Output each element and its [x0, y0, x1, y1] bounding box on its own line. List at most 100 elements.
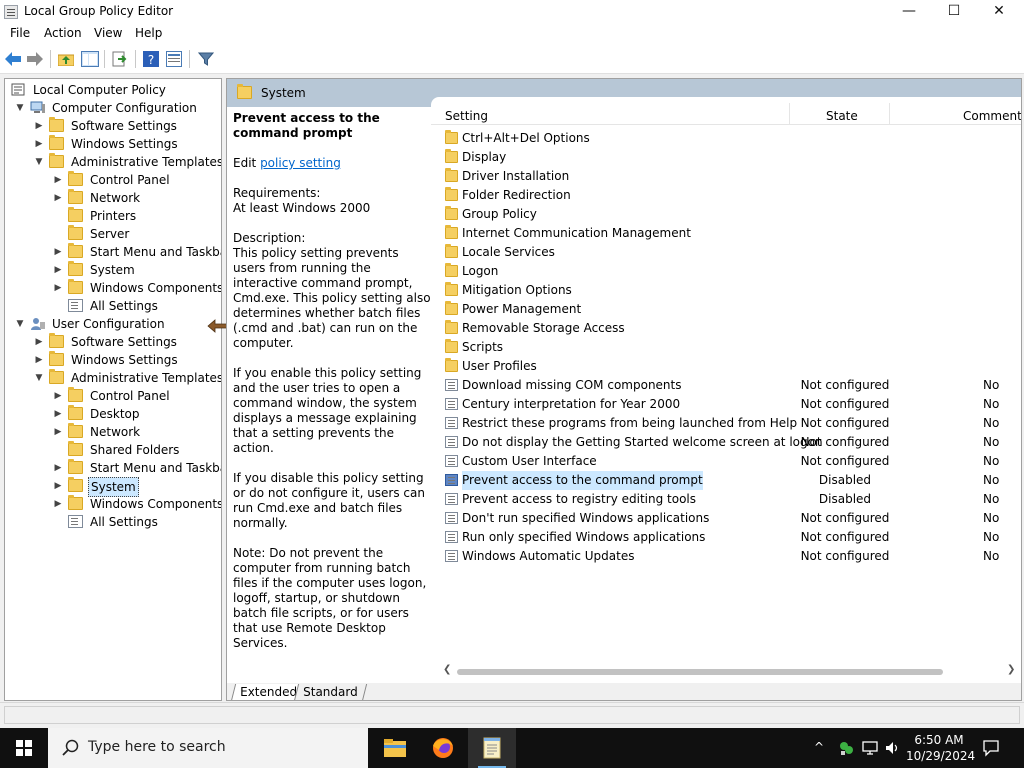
- policy-setting-row[interactable]: Century interpretation for Year 2000 Not …: [431, 395, 1021, 414]
- collapsed-chevron-icon[interactable]: ▶: [33, 117, 45, 135]
- monitor-icon[interactable]: [862, 740, 878, 756]
- category-folder-row[interactable]: User Profiles: [431, 357, 1021, 376]
- column-comment[interactable]: Comment: [963, 109, 1021, 123]
- menu-view[interactable]: View: [94, 26, 122, 40]
- tree-node-label: System: [88, 477, 139, 497]
- category-folder-row[interactable]: Driver Installation: [431, 167, 1021, 186]
- export-list-icon[interactable]: [111, 50, 129, 68]
- category-folder-row[interactable]: Group Policy: [431, 205, 1021, 224]
- tree-node-label: Local Computer Policy: [33, 83, 166, 97]
- policy-setting-row[interactable]: Run only specified Windows applications N…: [431, 528, 1021, 547]
- tray-overflow-icon[interactable]: ^: [814, 740, 824, 754]
- collapsed-chevron-icon[interactable]: ▶: [33, 351, 45, 369]
- setting-name: Custom User Interface: [462, 454, 597, 468]
- folder-icon: [68, 243, 83, 258]
- collapsed-chevron-icon[interactable]: ▶: [52, 279, 64, 297]
- properties-icon[interactable]: [165, 50, 183, 68]
- expanded-chevron-icon[interactable]: ▼: [14, 99, 26, 117]
- category-folder-row[interactable]: Power Management: [431, 300, 1021, 319]
- setting-name: Display: [462, 150, 507, 164]
- scroll-right-icon[interactable]: ❯: [1007, 664, 1015, 675]
- collapsed-chevron-icon[interactable]: ▶: [33, 135, 45, 153]
- folder-icon: [49, 117, 64, 132]
- collapsed-chevron-icon[interactable]: ▶: [52, 405, 64, 423]
- view-tabs: Extended Standard: [227, 683, 1021, 700]
- policy-setting-row[interactable]: Download missing COM components Not confi…: [431, 376, 1021, 395]
- category-folder-row[interactable]: Locale Services: [431, 243, 1021, 262]
- category-folder-row[interactable]: Ctrl+Alt+Del Options: [431, 129, 1021, 148]
- firefox-icon[interactable]: [419, 728, 467, 768]
- horizontal-scrollbar[interactable]: ❮ ❯: [431, 663, 1021, 680]
- policy-setting-row[interactable]: Prevent access to the command prompt Disa…: [431, 471, 1021, 490]
- menu-help[interactable]: Help: [135, 26, 162, 40]
- minimize-button[interactable]: —: [886, 0, 932, 24]
- policy-setting-row[interactable]: Prevent access to registry editing tools…: [431, 490, 1021, 509]
- collapsed-chevron-icon[interactable]: ▶: [52, 495, 64, 513]
- maximize-button[interactable]: ☐: [931, 0, 977, 24]
- close-button[interactable]: ✕: [976, 0, 1022, 24]
- category-folder-row[interactable]: Mitigation Options: [431, 281, 1021, 300]
- policy-setting-row[interactable]: Restrict these programs from being launc…: [431, 414, 1021, 433]
- policy-setting-row[interactable]: Don't run specified Windows applications…: [431, 509, 1021, 528]
- notepad-icon[interactable]: [468, 728, 516, 768]
- expanded-chevron-icon[interactable]: ▼: [33, 369, 45, 387]
- category-folder-row[interactable]: Folder Redirection: [431, 186, 1021, 205]
- expanded-chevron-icon[interactable]: ▼: [14, 315, 26, 333]
- policy-setting-row[interactable]: Windows Automatic Updates Not configured N…: [431, 547, 1021, 566]
- edit-policy-link[interactable]: policy setting: [260, 156, 341, 170]
- setting-comment: No: [983, 435, 1000, 449]
- category-folder-row[interactable]: Internet Communication Management: [431, 224, 1021, 243]
- description-text: This policy setting prevents users from …: [233, 246, 431, 350]
- filter-icon[interactable]: [197, 50, 215, 68]
- setting-name: Century interpretation for Year 2000: [462, 397, 681, 411]
- tab-standard[interactable]: Standard: [293, 684, 367, 700]
- taskbar-clock[interactable]: 6:50 AM 10/29/2024: [906, 732, 975, 764]
- menu-action[interactable]: Action: [44, 26, 82, 40]
- setting-name: Logon: [462, 264, 499, 278]
- collapsed-chevron-icon[interactable]: ▶: [52, 261, 64, 279]
- collapsed-chevron-icon[interactable]: ▶: [52, 189, 64, 207]
- scroll-thumb[interactable]: [457, 669, 943, 675]
- setting-name: Do not display the Getting Started welco…: [462, 435, 823, 449]
- collapsed-chevron-icon[interactable]: ▶: [52, 423, 64, 441]
- description-panel: Prevent access to the command prompt Edi…: [227, 107, 431, 683]
- folder-icon: [49, 333, 64, 348]
- policy-setting-row[interactable]: Do not display the Getting Started welco…: [431, 433, 1021, 452]
- category-title: System: [261, 86, 306, 100]
- policy-setting-row[interactable]: Custom User Interface Not configured No: [431, 452, 1021, 471]
- back-arrow-icon[interactable]: [4, 50, 22, 68]
- description-text: If you disable this policy setting or do…: [233, 471, 425, 530]
- collapsed-chevron-icon[interactable]: ▶: [52, 459, 64, 477]
- menu-file[interactable]: File: [10, 26, 30, 40]
- forward-arrow-icon[interactable]: [26, 50, 44, 68]
- collapsed-chevron-icon[interactable]: ▶: [52, 243, 64, 261]
- volume-icon[interactable]: [884, 740, 900, 756]
- collapsed-chevron-icon[interactable]: ▶: [33, 333, 45, 351]
- folder-icon: [445, 168, 458, 182]
- category-folder-row[interactable]: Logon: [431, 262, 1021, 281]
- column-divider[interactable]: [889, 103, 890, 125]
- category-folder-row[interactable]: Removable Storage Access: [431, 319, 1021, 338]
- scroll-left-icon[interactable]: ❮: [443, 664, 451, 675]
- collapsed-chevron-icon[interactable]: ▶: [52, 477, 64, 495]
- file-explorer-icon[interactable]: [371, 728, 419, 768]
- notification-icon[interactable]: [982, 739, 1000, 757]
- folder-icon: [68, 225, 83, 240]
- expanded-chevron-icon[interactable]: ▼: [33, 153, 45, 171]
- category-folder-row[interactable]: Scripts: [431, 338, 1021, 357]
- collapsed-chevron-icon[interactable]: ▶: [52, 387, 64, 405]
- column-divider[interactable]: [789, 103, 790, 125]
- taskbar-search-box[interactable]: Type here to search: [48, 728, 368, 768]
- help-icon[interactable]: ?: [142, 50, 160, 68]
- description-text: If you enable this policy setting and th…: [233, 366, 422, 455]
- up-folder-icon[interactable]: [57, 50, 75, 68]
- category-folder-row[interactable]: Display: [431, 148, 1021, 167]
- column-state[interactable]: State: [826, 109, 858, 123]
- title-bar: Local Group Policy Editor — ☐ ✕: [0, 0, 1024, 24]
- setting-name: Group Policy: [462, 207, 537, 221]
- show-hide-tree-icon[interactable]: [81, 50, 99, 68]
- column-setting[interactable]: Setting: [445, 109, 488, 123]
- network-status-icon[interactable]: [838, 740, 854, 756]
- start-button[interactable]: [0, 728, 48, 768]
- collapsed-chevron-icon[interactable]: ▶: [52, 171, 64, 189]
